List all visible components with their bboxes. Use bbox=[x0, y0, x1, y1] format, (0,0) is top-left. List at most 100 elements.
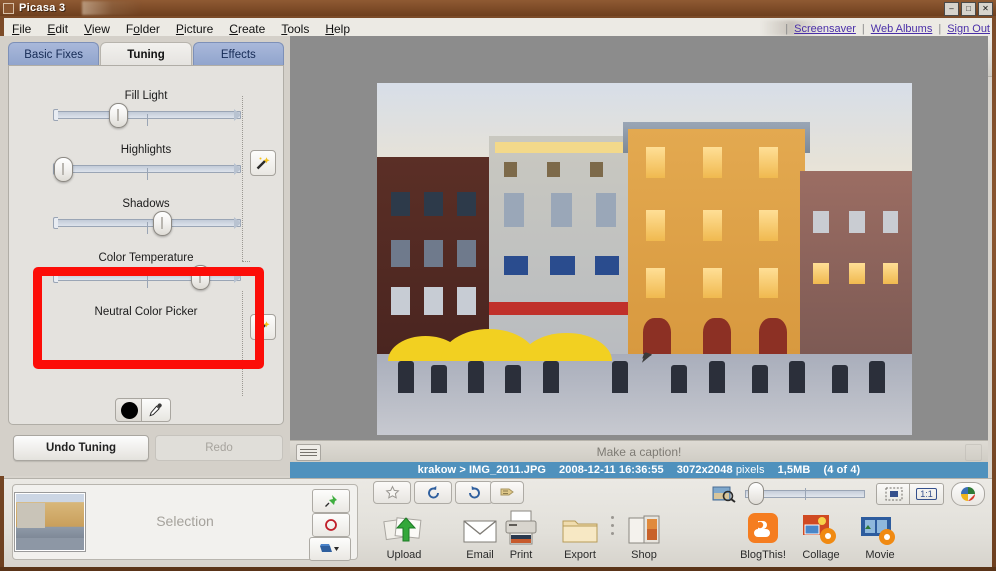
close-button[interactable]: ✕ bbox=[978, 2, 993, 16]
slider-shadows-track[interactable] bbox=[52, 211, 241, 236]
status-filesize: 1,5MB bbox=[777, 464, 811, 476]
collage-button[interactable]: Collage bbox=[789, 509, 853, 561]
slider-fill-light-track[interactable] bbox=[52, 103, 241, 128]
rotate-left-icon bbox=[427, 486, 439, 499]
slider-highlights-label: Highlights bbox=[120, 144, 172, 156]
one-to-one-label: 1:1 bbox=[916, 488, 937, 500]
print-button[interactable]: Print bbox=[489, 509, 553, 561]
photo-person bbox=[869, 361, 886, 393]
one-to-one-zoom-button[interactable]: 1:1 bbox=[909, 483, 944, 505]
blogthis-label: BlogThis! bbox=[740, 549, 786, 561]
web-albums-link[interactable]: Web Albums bbox=[871, 23, 933, 35]
slider-fill-light-thumb[interactable] bbox=[108, 103, 128, 128]
undo-tuning-label: Undo Tuning bbox=[45, 442, 117, 454]
neutral-color-picker-label: Neutral Color Picker bbox=[94, 306, 198, 318]
blogger-icon bbox=[731, 509, 795, 547]
picasa-logo-button[interactable] bbox=[951, 482, 985, 506]
tray-export-button[interactable] bbox=[309, 537, 351, 561]
status-dimensions-group: 3072x2048 pixels bbox=[677, 464, 765, 476]
tray-pin-button[interactable] bbox=[312, 489, 350, 513]
slider-color-temperature-label: Color Temperature bbox=[98, 252, 194, 264]
selection-tray-thumbnail[interactable] bbox=[14, 492, 86, 552]
slider-color-temperature-track[interactable] bbox=[52, 265, 241, 290]
caption-lines-icon[interactable] bbox=[296, 444, 321, 461]
slider-highlights-thumb[interactable] bbox=[53, 157, 73, 182]
magic-wand-icon bbox=[256, 157, 270, 170]
status-dimensions: 3072x2048 bbox=[676, 464, 733, 476]
undo-tuning-button[interactable]: Undo Tuning bbox=[13, 435, 149, 461]
minimize-button[interactable]: – bbox=[944, 2, 959, 16]
sign-out-link[interactable]: Sign Out bbox=[947, 23, 990, 35]
main-photo[interactable] bbox=[377, 83, 912, 435]
blogthis-button[interactable]: BlogThis! bbox=[731, 509, 795, 561]
status-bar: krakow > IMG_2011.JPG 2008-12-11 16:36:5… bbox=[290, 462, 988, 478]
tuning-tab-panel: Fill Light Highlights Shadows Color Temp… bbox=[8, 65, 284, 425]
photo-building-orange bbox=[628, 128, 805, 355]
neutral-color-swatch[interactable] bbox=[115, 398, 143, 422]
pin-icon bbox=[325, 495, 337, 507]
picasa-window: Picasa 3 – □ ✕ FFileile Edit View Folder… bbox=[0, 0, 996, 571]
fit-to-window-icon bbox=[885, 487, 902, 501]
window-controls: – □ ✕ bbox=[944, 2, 993, 16]
maximize-button[interactable]: □ bbox=[961, 2, 976, 16]
rotate-left-button[interactable] bbox=[414, 481, 452, 504]
tag-button[interactable] bbox=[490, 481, 524, 504]
tab-basic-fixes[interactable]: Basic Fixes bbox=[8, 42, 100, 67]
photo-person bbox=[831, 364, 848, 393]
neutral-color-wand-button[interactable] bbox=[250, 314, 276, 340]
photo-person bbox=[788, 361, 805, 393]
rotate-right-button[interactable] bbox=[455, 481, 493, 504]
slider-shadows-label: Shadows bbox=[122, 198, 170, 210]
slider-color-temperature-thumb[interactable] bbox=[191, 265, 211, 290]
fullscreen-icon[interactable] bbox=[965, 444, 982, 461]
tag-icon bbox=[500, 488, 514, 496]
screensaver-link[interactable]: Screensaver bbox=[794, 23, 856, 35]
link-separator-1: | bbox=[785, 23, 789, 35]
edit-panel-tabs: Basic Fixes Tuning Effects bbox=[8, 42, 284, 67]
photo-person bbox=[430, 364, 447, 393]
window-title: Picasa 3 bbox=[19, 2, 66, 14]
fit-to-window-button[interactable] bbox=[876, 483, 911, 505]
photo-person bbox=[751, 364, 768, 393]
slider-shadows-thumb[interactable] bbox=[152, 211, 172, 236]
photo-person bbox=[505, 364, 522, 393]
rotate-right-icon bbox=[468, 486, 480, 499]
collage-label: Collage bbox=[802, 549, 840, 561]
tab-effects[interactable]: Effects bbox=[192, 42, 284, 67]
caption-bar[interactable]: Make a caption! bbox=[290, 440, 988, 463]
status-path: krakow > IMG_2011.JPG bbox=[417, 464, 547, 476]
zoom-slider-thumb[interactable] bbox=[748, 482, 765, 505]
photo-person bbox=[542, 361, 559, 393]
photo-person bbox=[612, 361, 629, 393]
export-dropdown-icon bbox=[320, 544, 339, 552]
slider-highlights: Highlights bbox=[9, 144, 283, 182]
collage-icon bbox=[789, 509, 853, 547]
redo-button: Redo bbox=[155, 435, 283, 461]
photo-viewer bbox=[290, 36, 988, 440]
slider-shadows: Shadows bbox=[9, 198, 283, 236]
zoom-slider[interactable] bbox=[745, 482, 865, 505]
shop-icon bbox=[612, 509, 676, 547]
tab-tuning[interactable]: Tuning bbox=[100, 42, 192, 67]
highlights-wand-button[interactable] bbox=[250, 150, 276, 176]
edit-panel: Basic Fixes Tuning Effects Fill Light Hi… bbox=[0, 36, 290, 476]
caption-placeholder: Make a caption! bbox=[596, 445, 682, 459]
star-icon bbox=[384, 485, 400, 499]
redo-label: Redo bbox=[205, 442, 233, 454]
slider-fill-light-label: Fill Light bbox=[124, 90, 168, 102]
status-dimensions-unit: pixels bbox=[735, 464, 765, 476]
photo-person bbox=[398, 361, 415, 393]
eyedropper-button[interactable] bbox=[141, 398, 171, 422]
star-button[interactable] bbox=[373, 481, 411, 504]
magic-wand-icon bbox=[256, 321, 270, 334]
shop-label: Shop bbox=[631, 549, 657, 561]
export-folder-icon bbox=[548, 509, 612, 547]
movie-button[interactable]: Movie bbox=[848, 509, 912, 561]
slider-highlights-track[interactable] bbox=[52, 157, 241, 182]
tray-hold-button[interactable] bbox=[312, 513, 350, 537]
title-bar: Picasa 3 – □ ✕ bbox=[0, 0, 996, 16]
export-button[interactable]: Export bbox=[548, 509, 612, 561]
upload-icon bbox=[372, 509, 436, 547]
upload-button[interactable]: Upload bbox=[372, 509, 436, 561]
shop-button[interactable]: Shop bbox=[612, 509, 676, 561]
